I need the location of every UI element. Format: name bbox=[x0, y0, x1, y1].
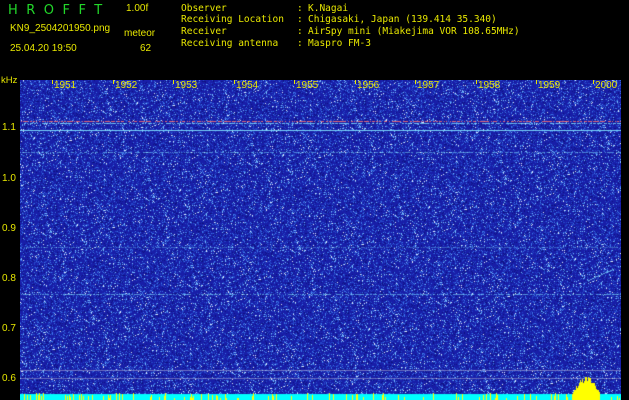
observer-colon: : bbox=[297, 3, 303, 14]
filename-label: KN9_2504201950.png bbox=[10, 23, 111, 34]
header-panel: HROFFT 1.00f KN9_2504201950.png meteor 2… bbox=[0, 0, 629, 80]
location-colon: : bbox=[297, 14, 303, 25]
x-tick-mark bbox=[415, 80, 416, 84]
x-tick-mark bbox=[476, 80, 477, 84]
y-tick-0-6: 0.6 bbox=[2, 373, 16, 384]
receiver-label: Receiver bbox=[181, 26, 227, 37]
datetime-label: 25.04.20 19:50 bbox=[10, 43, 77, 54]
x-tick-1955: 1955 bbox=[296, 80, 319, 91]
location-label: Receiving Location bbox=[181, 14, 284, 25]
x-tick-mark bbox=[234, 80, 235, 84]
x-tick-1953: 1953 bbox=[175, 80, 198, 91]
observer-value: K.Nagai bbox=[308, 3, 349, 14]
x-tick-mark bbox=[113, 80, 114, 84]
receiver-value: AirSpy mini (Miakejima VOR 108.65MHz) bbox=[308, 26, 520, 37]
y-tick-0-9: 0.9 bbox=[2, 223, 16, 234]
x-tick-mark bbox=[52, 80, 53, 84]
x-tick-1958: 1958 bbox=[478, 80, 501, 91]
receiver-colon: : bbox=[297, 26, 303, 37]
x-tick-1954: 1954 bbox=[236, 80, 259, 91]
x-tick-1956: 1956 bbox=[357, 80, 380, 91]
spectrogram-canvas bbox=[20, 80, 621, 400]
x-tick-mark bbox=[536, 80, 537, 84]
antenna-value: Maspro FM-3 bbox=[308, 38, 371, 49]
mode-label: meteor bbox=[124, 28, 156, 39]
x-tick-mark bbox=[593, 80, 594, 84]
y-tick-1-0: 1.0 bbox=[2, 173, 16, 184]
app-title: HROFFT bbox=[8, 3, 111, 18]
meteor-count: 62 bbox=[140, 43, 152, 54]
x-tick-1959: 1959 bbox=[538, 80, 561, 91]
antenna-label: Receiving antenna bbox=[181, 38, 279, 49]
y-axis-unit: kHz bbox=[1, 75, 18, 86]
antenna-colon: : bbox=[297, 38, 303, 49]
x-tick-mark bbox=[294, 80, 295, 84]
x-tick-1957: 1957 bbox=[417, 80, 440, 91]
spectrogram-panel: 1951 1952 1953 1954 1955 1956 1957 1958 … bbox=[20, 80, 621, 400]
y-tick-0-8: 0.8 bbox=[2, 273, 16, 284]
x-tick-1951: 1951 bbox=[54, 80, 77, 91]
location-value: Chigasaki, Japan (139.414 35.340) bbox=[308, 14, 497, 25]
y-tick-1-1: 1.1 bbox=[2, 122, 16, 133]
x-tick-1952: 1952 bbox=[115, 80, 138, 91]
version-label: 1.00f bbox=[126, 3, 149, 14]
observer-label: Observer bbox=[181, 3, 227, 14]
x-tick-mark bbox=[173, 80, 174, 84]
x-tick-2000: 2000 bbox=[595, 80, 618, 91]
y-tick-0-7: 0.7 bbox=[2, 323, 16, 334]
x-tick-mark bbox=[355, 80, 356, 84]
